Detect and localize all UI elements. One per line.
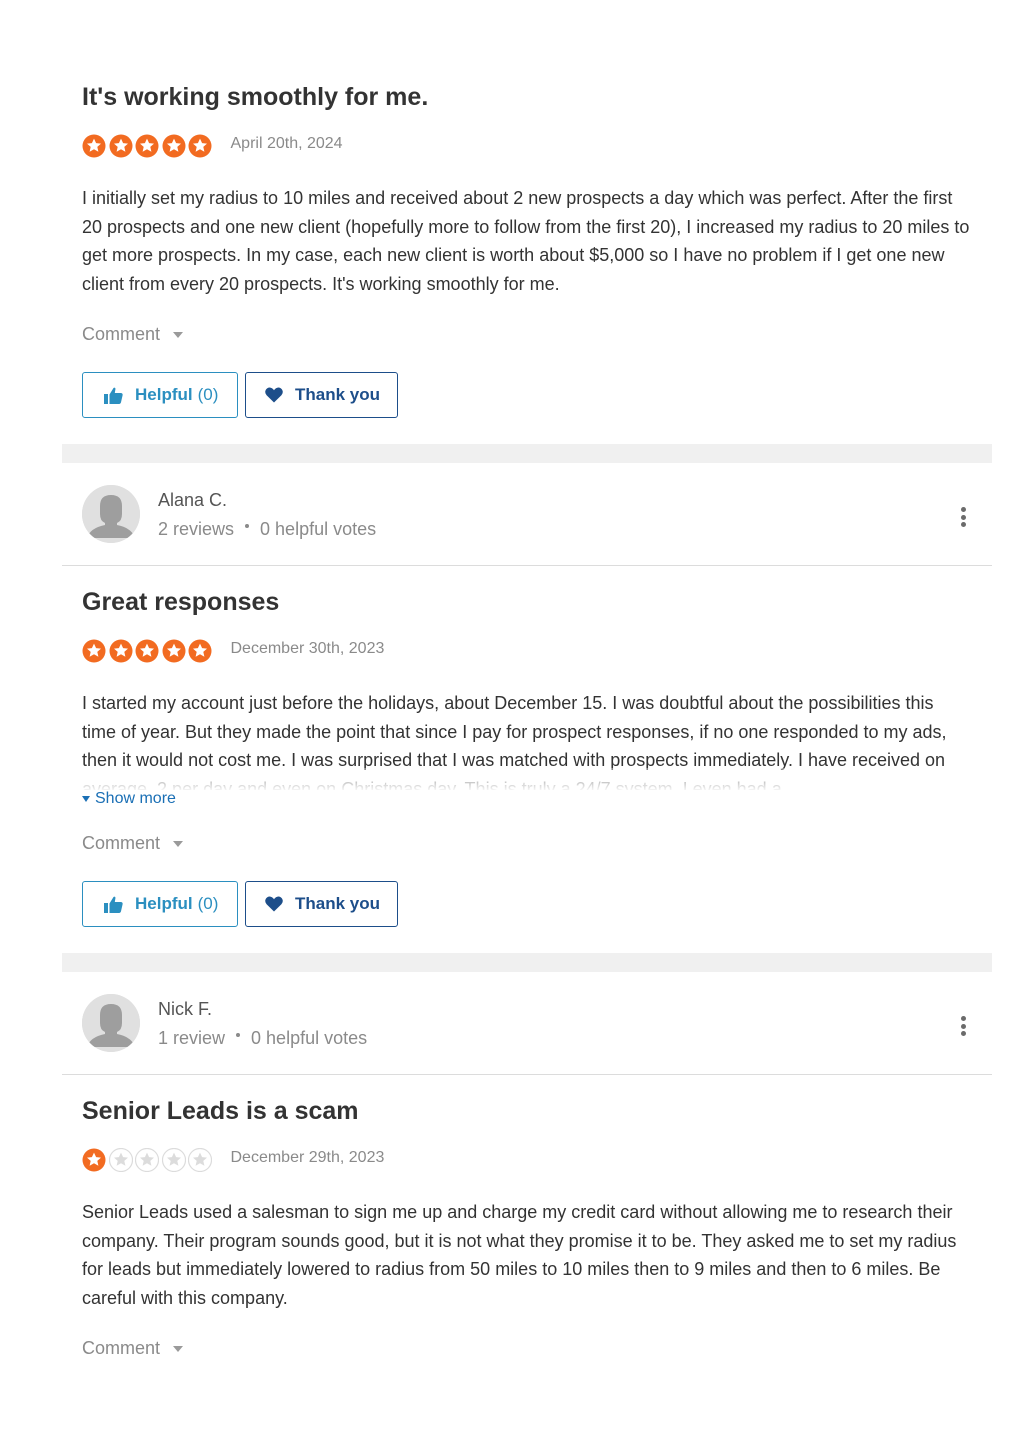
review-actions: Helpful (0) Thank you — [82, 372, 972, 418]
comment-label: Comment — [82, 833, 161, 853]
reviewer-review-count: 2 reviews — [158, 518, 235, 539]
review-title: It's working smoothly for me. — [82, 83, 429, 111]
thank-you-label: Thank you — [295, 385, 381, 404]
thank-you-label: Thank you — [295, 894, 381, 913]
review-body: I initially set my radius to 10 miles an… — [82, 188, 970, 294]
star-icon-filled — [82, 1148, 106, 1172]
more-vertical-icon[interactable] — [958, 1016, 968, 1038]
reviewer-review-count: 1 review — [158, 1027, 226, 1048]
star-icon-filled — [188, 639, 212, 663]
reviewer-header: Alana C. 2 reviews 0 helpful votes — [62, 463, 992, 566]
reviewer-header: Nick F. 1 review 0 helpful votes — [62, 972, 992, 1075]
star-rating — [82, 639, 215, 663]
meta-separator — [245, 523, 250, 528]
comment-toggle[interactable]: Comment — [82, 833, 192, 854]
reviewer-info: Nick F. 1 review 0 helpful votes — [158, 998, 367, 1049]
star-icon-filled — [162, 639, 185, 663]
thank-you-button[interactable]: Thank you — [245, 881, 398, 927]
review-actions: Helpful (0) Thank you — [82, 881, 972, 927]
helpful-label: Helpful — [135, 894, 193, 913]
star-icon-filled — [109, 134, 132, 158]
heart-icon — [265, 387, 283, 403]
heart-icon — [265, 896, 283, 912]
thumbs-up-icon — [104, 896, 123, 913]
comment-label: Comment — [82, 1338, 161, 1358]
avatar-placeholder-icon — [82, 994, 140, 1052]
reviews-feed: It's working smoothly for me. April 20th… — [62, 62, 992, 1359]
avatar[interactable] — [82, 485, 140, 543]
caret-down-icon — [173, 331, 184, 338]
helpful-count: (0) — [197, 894, 219, 913]
star-icon-filled — [162, 134, 185, 158]
comment-toggle[interactable]: Comment — [82, 1338, 192, 1359]
thumbs-up-icon — [104, 387, 123, 404]
review-title: Senior Leads is a scam — [82, 1097, 359, 1125]
star-icon-filled — [82, 134, 106, 158]
review-card: Alana C. 2 reviews 0 helpful votes Great… — [62, 463, 992, 953]
comment-toggle[interactable]: Comment — [82, 324, 192, 345]
reviewer-info: Alana C. 2 reviews 0 helpful votes — [158, 489, 376, 540]
show-more-link[interactable]: Show more — [82, 790, 972, 808]
show-more-label: Show more — [95, 790, 176, 807]
star-icon-empty — [188, 1148, 212, 1172]
star-icon-filled — [135, 134, 159, 158]
star-icon-empty — [161, 1148, 186, 1172]
star-icon-empty — [108, 1148, 133, 1172]
caret-down-icon — [82, 796, 90, 802]
reviewer-helpful-votes: 0 helpful votes — [260, 518, 377, 539]
star-icon-filled — [109, 639, 132, 663]
review-separator — [62, 953, 992, 972]
caret-down-icon — [173, 840, 184, 847]
review-date: December 30th, 2023 — [230, 640, 385, 657]
helpful-label: Helpful — [135, 385, 193, 404]
star-rating — [82, 1148, 215, 1172]
rating-row: December 29th, 2023 — [82, 1148, 972, 1172]
star-icon-filled — [188, 134, 212, 158]
rating-row: December 30th, 2023 — [82, 639, 972, 663]
review-card: Nick F. 1 review 0 helpful votes Senior … — [62, 972, 992, 1359]
avatar[interactable] — [82, 994, 140, 1052]
star-rating — [82, 134, 215, 158]
avatar-placeholder-icon — [82, 485, 140, 543]
review-date: April 20th, 2024 — [230, 135, 343, 152]
reviewer-meta: 1 review 0 helpful votes — [158, 1027, 367, 1049]
comment-label: Comment — [82, 324, 161, 344]
review-body: Senior Leads used a salesman to sign me … — [82, 1202, 957, 1308]
review-separator — [62, 444, 992, 463]
star-icon-empty — [135, 1148, 159, 1172]
star-icon-filled — [135, 639, 159, 663]
helpful-button[interactable]: Helpful (0) — [82, 372, 238, 418]
review-title: Great responses — [82, 588, 280, 616]
star-icon-filled — [82, 639, 106, 663]
review-body-clamped: I started my account just before the hol… — [82, 689, 972, 790]
reviewer-name[interactable]: Alana C. — [158, 489, 376, 511]
rating-row: April 20th, 2024 — [82, 134, 972, 158]
reviewer-helpful-votes: 0 helpful votes — [251, 1027, 368, 1048]
helpful-button[interactable]: Helpful (0) — [82, 881, 238, 927]
more-vertical-icon[interactable] — [958, 507, 968, 529]
reviewer-name[interactable]: Nick F. — [158, 998, 367, 1020]
helpful-count: (0) — [197, 385, 219, 404]
meta-separator — [236, 1032, 241, 1037]
thank-you-button[interactable]: Thank you — [245, 372, 398, 418]
review-body: I started my account just before the hol… — [82, 693, 947, 790]
review-date: December 29th, 2023 — [230, 1149, 385, 1166]
review-card: It's working smoothly for me. April 20th… — [62, 62, 992, 444]
caret-down-icon — [173, 1345, 184, 1352]
reviewer-meta: 2 reviews 0 helpful votes — [158, 518, 376, 540]
